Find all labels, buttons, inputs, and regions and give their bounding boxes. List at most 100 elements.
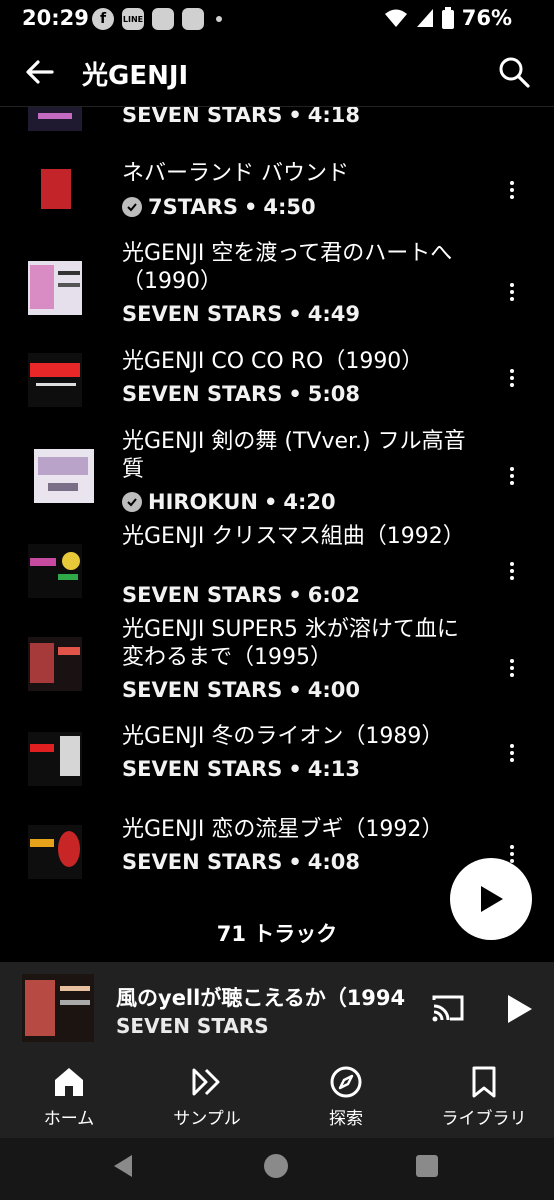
track-thumbnail [28,261,82,315]
verified-check-icon [122,197,142,217]
wifi-icon [384,9,407,27]
track-title: 光GENJI CO CO RO（1990） [122,349,424,374]
track-row[interactable]: 光GENJI 空を渡って君のハートへ（1990） SEVEN STARS • 4… [0,239,554,329]
track-artist: SEVEN STARS [122,678,283,702]
track-title: 光GENJI クリスマス組曲（1992） [122,524,465,549]
track-duration: 4:49 [307,302,360,326]
track-artist: 7STARS [148,195,238,219]
track-title: 光GENJI 剣の舞 (TVver.) フル高音質 [122,429,466,482]
bottom-navigation: ホーム サンプル 探索 ライブラリ [0,1052,554,1138]
play-icon[interactable] [504,992,536,1026]
signal-icon [416,9,433,27]
app-icon [152,8,174,30]
nav-samples[interactable]: サンプル [152,1062,262,1129]
back-arrow-icon[interactable] [22,54,58,90]
nav-label: ライブラリ [441,1109,527,1129]
track-duration: 4:13 [307,757,360,781]
verified-check-icon [122,492,142,512]
app-icon [182,8,204,30]
samples-icon [192,1068,220,1096]
track-thumbnail [28,353,82,407]
track-row[interactable]: 光GENJI クリスマス組曲（1992） SEVEN STARS • 6:02 [0,522,554,612]
more-options-icon[interactable] [500,653,524,683]
track-subtitle: 7STARS • 4:50 [122,195,316,219]
track-subtitle: SEVEN STARS • 4:00 [122,678,360,702]
battery-percent: 76% [461,6,512,30]
track-row[interactable]: 光GENJI 剣の舞 (TVver.) フル高音質 HIROKUN • 4:20 [0,427,554,522]
track-artist: HIROKUN [148,490,258,514]
track-subtitle: HIROKUN • 4:20 [122,490,336,514]
more-options-icon[interactable] [500,175,524,205]
track-thumbnail [28,732,82,786]
more-options-icon[interactable] [500,363,524,393]
track-subtitle: SEVEN STARS • 6:02 [122,583,360,607]
track-row[interactable]: 光GENJI 冬のライオン（1989） SEVEN STARS • 4:13 [0,722,554,792]
notification-icons: f LINE [92,8,222,30]
track-thumbnail [28,544,82,598]
track-thumbnail [28,107,82,131]
explore-icon [330,1066,362,1098]
track-duration: 6:02 [307,583,360,607]
nav-home[interactable]: ホーム [14,1062,124,1129]
search-icon[interactable] [496,54,532,90]
back-triangle-icon[interactable] [110,1152,136,1180]
play-all-button[interactable] [450,858,532,940]
recents-square-icon[interactable] [414,1153,440,1179]
track-title: 光GENJI 恋の流星ブギ（1992） [122,817,444,842]
nav-label: サンプル [173,1109,241,1129]
cast-icon[interactable] [430,992,466,1024]
nav-library[interactable]: ライブラリ [429,1062,539,1129]
app-bar: 光GENJI [0,40,554,107]
mini-player[interactable]: 風のyellが聴こえるか（1994 SEVEN STARS [0,962,554,1052]
system-status: 76% [384,6,512,30]
track-thumbnail [28,637,82,691]
track-subtitle: SEVEN STARS • 4:49 [122,302,360,326]
line-icon: LINE [122,8,144,30]
now-playing-artist: SEVEN STARS [116,1014,269,1038]
status-time: 20:29 [22,6,89,30]
nav-label: 探索 [329,1109,363,1129]
track-subtitle: SEVEN STARS • 4:18 [122,107,360,127]
battery-icon [441,7,454,29]
track-duration: 4:50 [263,195,316,219]
track-subtitle: SEVEN STARS • 5:08 [122,382,360,406]
track-artist: SEVEN STARS [122,757,283,781]
home-icon [55,1068,83,1096]
library-icon [472,1066,496,1098]
track-duration: 4:08 [307,850,360,874]
track-title: 光GENJI 冬のライオン（1989） [122,724,444,749]
track-artist: SEVEN STARS [122,583,283,607]
page-title: 光GENJI [82,61,189,91]
more-options-icon[interactable] [500,738,524,768]
home-circle-icon[interactable] [262,1152,290,1180]
track-thumbnail [28,167,82,221]
track-title: 光GENJI 空を渡って君のハートへ（1990） [122,241,453,294]
more-options-icon[interactable] [500,461,524,491]
play-icon [481,886,503,912]
nav-explore[interactable]: 探索 [291,1062,401,1129]
system-navigation-bar [0,1138,554,1200]
track-row[interactable]: ネバーランド バウンド 7STARS • 4:50 [0,157,554,227]
more-options-icon[interactable] [500,277,524,307]
track-row[interactable]: 光GENJI CO CO RO（1990） SEVEN STARS • 5:08 [0,347,554,417]
facebook-icon: f [92,8,114,30]
more-options-icon[interactable] [500,556,524,586]
nav-label: ホーム [43,1109,95,1129]
track-artist: SEVEN STARS [122,107,283,127]
track-title: ネバーランド バウンド [122,161,349,186]
track-duration: 5:08 [307,382,360,406]
more-notifications-dot [216,16,222,22]
track-artist: SEVEN STARS [122,850,283,874]
track-duration: 4:20 [283,490,336,514]
track-subtitle: SEVEN STARS • 4:13 [122,757,360,781]
track-title: 光GENJI SUPER5 氷が溶けて血に変わるまで（1995） [122,617,459,670]
track-artist: SEVEN STARS [122,302,283,326]
track-duration: 4:00 [307,678,360,702]
status-bar: 20:29 f LINE 76% [0,0,554,40]
track-thumbnail [34,449,94,503]
track-row[interactable]: SEVEN STARS • 4:18 [0,107,554,147]
track-artist: SEVEN STARS [122,382,283,406]
now-playing-title: 風のyellが聴こえるか（1994 [116,986,406,1010]
track-duration: 4:18 [307,107,360,127]
track-row[interactable]: 光GENJI SUPER5 氷が溶けて血に変わるまで（1995） SEVEN S… [0,615,554,705]
